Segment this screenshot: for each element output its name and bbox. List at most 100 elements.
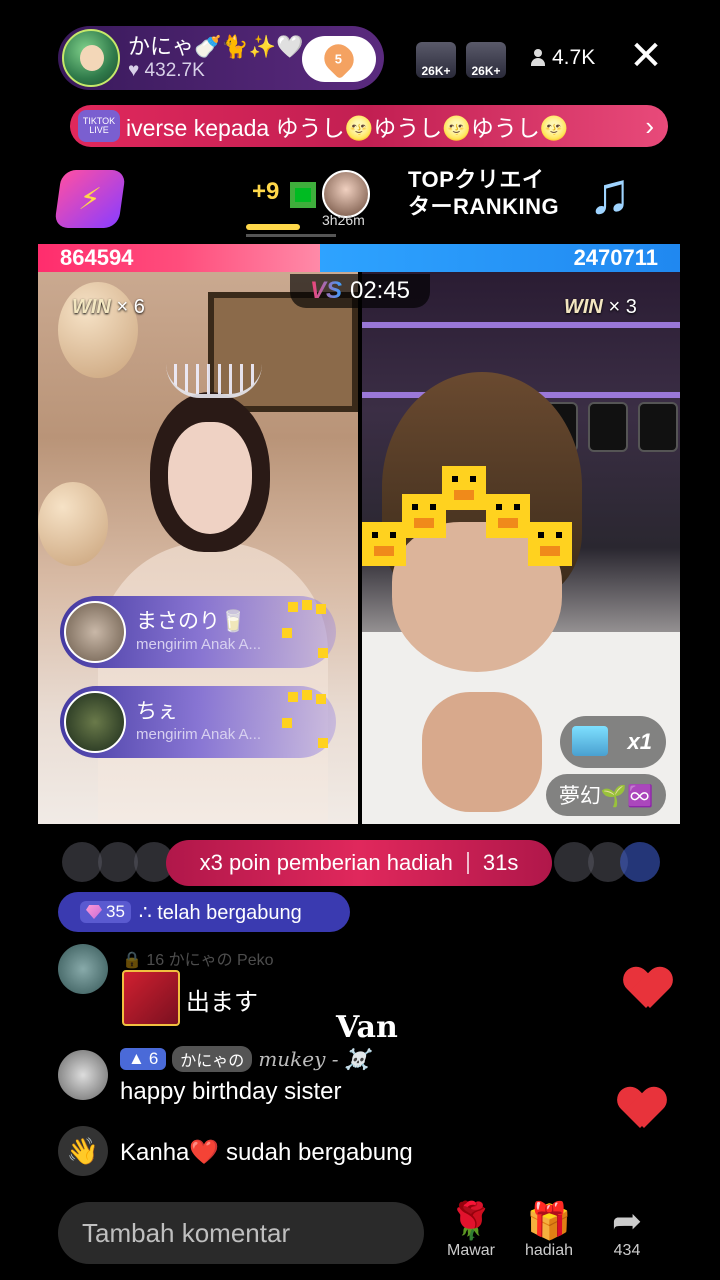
- mini-duck: [288, 602, 298, 612]
- duck-effect: [528, 522, 572, 566]
- rank-badge-1[interactable]: 26K+: [416, 42, 456, 78]
- floating-heart-icon: [624, 968, 668, 1008]
- left-win-streak: WIN × 6: [72, 296, 145, 318]
- chevron-right-icon: ›: [645, 111, 654, 141]
- mini-duck: [316, 604, 326, 614]
- gift-text: ちぇ mengirim Anak A...: [136, 699, 261, 745]
- event-timer: 3h26m: [322, 212, 365, 228]
- mini-duck: [282, 718, 292, 728]
- bonus-points-text: x3 poin pemberian hadiah: [199, 850, 453, 875]
- gift-label: hadiah: [524, 1242, 574, 1259]
- gifter-avatar-faded[interactable]: [62, 842, 102, 882]
- mini-duck: [288, 692, 298, 702]
- wave-hand-icon: 👋: [58, 1126, 108, 1176]
- rose-label: Mawar: [446, 1242, 495, 1259]
- battle-timer: VS 02:45: [290, 274, 430, 308]
- lightning-boost-icon[interactable]: ⚡: [53, 170, 127, 228]
- score-right-bar: 2470711: [320, 244, 680, 272]
- mini-duck: [318, 648, 328, 658]
- trophy: [638, 402, 678, 452]
- balloon: [38, 482, 108, 566]
- ranking-line-2: ターRANKING: [408, 194, 560, 219]
- plus-count: +9: [252, 178, 280, 205]
- rose-button[interactable]: 🌹 Mawar: [436, 1200, 506, 1260]
- comment-text: happy birthday sister: [120, 1078, 342, 1105]
- gifter-name: ちぇ: [136, 700, 178, 723]
- gifter-avatar-faded[interactable]: [620, 842, 660, 882]
- divider: [466, 852, 469, 874]
- rank-badge-2[interactable]: 26K+: [466, 42, 506, 78]
- gift-button[interactable]: 🎁 hadiah: [514, 1200, 584, 1260]
- diamond-icon: [86, 905, 102, 919]
- gifter-avatar[interactable]: [64, 601, 126, 663]
- share-count: 434: [613, 1242, 641, 1259]
- host-body: [98, 542, 328, 824]
- duck-effect: [442, 466, 486, 510]
- commenter-badges[interactable]: ▲ 6 かにゃの mukey - ☠️: [120, 1046, 370, 1072]
- duck-effect: [402, 494, 446, 538]
- level-badge: ▲ 6: [120, 1048, 167, 1070]
- gift-text: まさのり🥛 mengirim Anak A...: [136, 609, 261, 655]
- join-text: Kanha❤️ sudah bergabung: [120, 1139, 413, 1166]
- heart-icon: 5: [318, 38, 360, 80]
- share-arrow-icon: ➦: [611, 1200, 643, 1241]
- trophy: [588, 402, 628, 452]
- gift-thumbnail: [122, 970, 180, 1026]
- gift-notification[interactable]: まさのり🥛 mengirim Anak A...: [60, 596, 336, 668]
- gem-level-badge: 35: [80, 901, 131, 923]
- share-button[interactable]: ➦ 434: [592, 1200, 662, 1260]
- joined-notification: 35 ∴ telah bergabung: [58, 892, 350, 932]
- bonus-points-pill[interactable]: x3 poin pemberian hadiah 31s: [166, 840, 552, 886]
- creeper-icon: [290, 182, 316, 208]
- overlay-text: Van: [336, 1010, 398, 1045]
- duck-gift-icon: [282, 600, 332, 660]
- mini-duck: [302, 600, 312, 610]
- gift-announcement-banner[interactable]: TIKTOK LIVE iverse kepada ゆうし🌝ゆうし🌝ゆうし🌝 ›: [70, 105, 668, 147]
- commenter-avatar[interactable]: [58, 1050, 108, 1100]
- follow-button[interactable]: 5: [302, 36, 376, 82]
- host-avatar[interactable]: [62, 29, 120, 87]
- opponent-hands: [422, 692, 542, 812]
- led-shelf: [362, 322, 680, 328]
- countdown: 02:45: [349, 277, 411, 304]
- opponent-name-tag[interactable]: 夢幻🌱♾️: [546, 774, 666, 816]
- host-face: [168, 422, 252, 534]
- bonus-countdown: 31s: [482, 850, 519, 875]
- viewer-count[interactable]: 4.7K: [530, 46, 595, 70]
- gift-description: mengirim Anak A...: [136, 726, 262, 743]
- commenter-avatar[interactable]: [58, 944, 108, 994]
- gift-notification[interactable]: ちぇ mengirim Anak A...: [60, 686, 336, 758]
- joined-text: ∴ telah bergabung: [138, 901, 302, 924]
- event-avatar[interactable]: [322, 170, 370, 218]
- follow-count: 5: [335, 51, 343, 67]
- top-creator-ranking[interactable]: TOPクリエイ ターRANKING: [408, 166, 559, 220]
- mini-duck: [302, 690, 312, 700]
- duck-effect: [362, 522, 406, 566]
- rose-icon: 🌹: [448, 1200, 494, 1241]
- gift-box-icon: 🎁: [526, 1200, 572, 1241]
- host-text: かにゃ🍼🐈✨🤍 ♥ 432.7K: [128, 34, 304, 82]
- opponent-gift-counter[interactable]: x1: [560, 716, 666, 768]
- faded-user-row: 🔒 16 かにゃの Peko: [122, 952, 274, 969]
- vs-icon: VS: [309, 277, 342, 304]
- gifter-avatar-faded[interactable]: [98, 842, 138, 882]
- music-note-icon: ♫: [588, 161, 632, 226]
- banner-text: iverse kepada ゆうし🌝ゆうし🌝ゆうし🌝: [126, 115, 569, 141]
- host-likes: ♥ 432.7K: [128, 60, 205, 81]
- gift-icon: [572, 726, 608, 756]
- close-button[interactable]: ✕: [626, 36, 666, 76]
- gifter-avatar[interactable]: [64, 691, 126, 753]
- fan-club-badge: かにゃの: [172, 1046, 253, 1072]
- mini-duck: [316, 694, 326, 704]
- gifter-name: まさのり🥛: [136, 610, 247, 633]
- host-info-pill[interactable]: かにゃ🍼🐈✨🤍 ♥ 432.7K 5: [58, 26, 384, 90]
- ranking-line-1: TOPクリエイ: [408, 167, 545, 192]
- comment-text: 出ます: [186, 989, 258, 1016]
- gem-count: 35: [106, 902, 125, 921]
- right-win-streak: WIN × 3: [564, 296, 637, 318]
- comment-input[interactable]: Tambah komentar: [58, 1202, 424, 1264]
- host-name: かにゃ🍼🐈✨🤍: [128, 34, 304, 59]
- mini-duck: [282, 628, 292, 638]
- duck-effect: [486, 494, 530, 538]
- floating-heart-icon: [618, 1088, 662, 1128]
